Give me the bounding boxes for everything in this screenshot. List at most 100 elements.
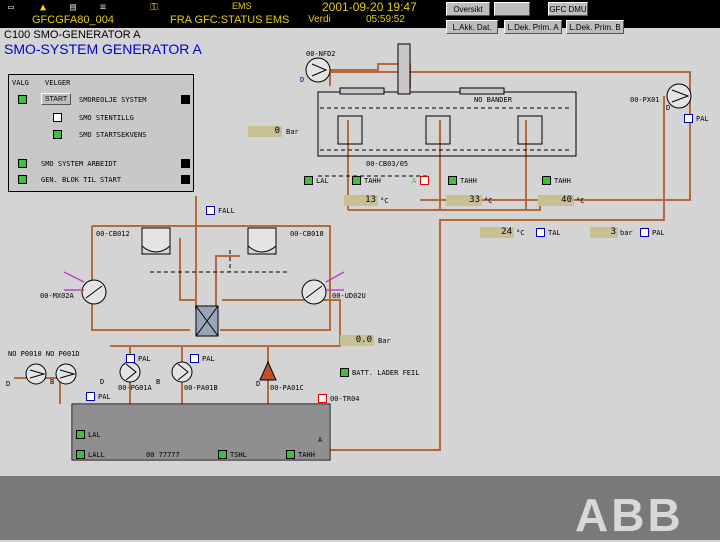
right-check-2[interactable] (181, 159, 190, 168)
label-tahh-3: TAHH (554, 177, 571, 185)
heat-exchanger (195, 305, 219, 337)
cooler-cb012-shape (141, 227, 171, 253)
stack-base-2 (459, 87, 505, 95)
chk-pal-p2 (190, 354, 199, 363)
unit-top: Bar (286, 128, 299, 136)
label-d-p1: D (100, 378, 105, 386)
pressure-mid-unit: Bar (378, 337, 391, 345)
opt-startsekvens: SMO STARTSEKVENS (79, 131, 147, 139)
header-box (317, 91, 577, 157)
opt-stenting-check[interactable] (53, 113, 62, 122)
opt-startsekvens-check[interactable] (53, 130, 62, 139)
label-tal: TAL (548, 229, 561, 237)
label-pump2: 00-PA01B (184, 384, 218, 392)
label-left-pumps: NO P0010 NO P001D (8, 350, 80, 358)
chk-lsl (304, 176, 313, 185)
label-batt: BATT. LADER FEIL (352, 369, 420, 377)
label-a-top: A (412, 177, 417, 185)
pipe-central (190, 196, 197, 310)
temp-4-unit: °C (516, 229, 525, 237)
control-panel: VALG VELGER START SMOREOLJE SYSTEM SMO S… (8, 74, 194, 192)
chk-lall-tank (76, 450, 85, 459)
label-cb012: 00-CB012 (96, 230, 130, 238)
label-d-p3: D (256, 380, 261, 388)
temp-3-unit: °C (576, 197, 585, 205)
temp-2-unit: °C (484, 197, 493, 205)
sys-arbeidt-check[interactable] (18, 159, 27, 168)
label-ud02: 00-UD02U (332, 292, 366, 300)
value-top: 0 (248, 126, 282, 137)
chk-tahh-tank (286, 450, 295, 459)
valg-check[interactable] (18, 95, 27, 104)
label-mx02: 00-MX02A (40, 292, 74, 300)
label-b-p2: B (156, 378, 161, 386)
pressure-mid: 0.0 (340, 335, 374, 346)
label-tshl-tank: TSHL (230, 451, 247, 459)
abb-logo: ABB (575, 489, 684, 541)
chk-fall (206, 206, 215, 215)
pressure-1: 3 (590, 227, 618, 238)
label-lal-top: LAL (316, 177, 329, 185)
pressure-1-unit: bar (620, 229, 633, 237)
label-pal-right: PAL (652, 229, 665, 237)
label-lall-tank: LALL (88, 451, 105, 459)
label-pump1: 00-PG01A (118, 384, 152, 392)
label-pal-tank: PAL (98, 393, 111, 401)
chk-pal-p1 (126, 354, 135, 363)
temp-1: 13 (344, 195, 378, 206)
chk-pal-top (684, 114, 693, 123)
chk-tal (536, 228, 545, 237)
cooler-cb018-shape (247, 227, 277, 253)
sys-blok-check[interactable] (18, 175, 27, 184)
right-check-1[interactable] (181, 95, 190, 104)
label-tr04: 00-TR04 (330, 395, 360, 403)
label-tank-code: 00 77777 (146, 451, 180, 459)
label-cb018: 00-CB018 (290, 230, 324, 238)
col-velger: VELGER (45, 79, 71, 87)
label-d-left: D (6, 380, 11, 388)
valve-box-3 (517, 115, 543, 145)
pump-pa01b (171, 361, 193, 383)
opt-smoreolje: SMOREOLJE SYSTEM (79, 96, 147, 104)
stack (397, 43, 411, 95)
pump-pg01a (119, 361, 141, 383)
valve-box-1 (337, 115, 363, 145)
piping-diagram (14, 43, 692, 461)
chk-tahh-1 (352, 176, 361, 185)
chk-a-red (420, 176, 429, 185)
label-pal-p2: PAL (202, 355, 215, 363)
label-nfd2: 00-NFD2 (306, 50, 336, 58)
dashed-mid (150, 250, 290, 273)
pipe-right-down (330, 96, 665, 451)
start-button[interactable]: START (41, 93, 71, 105)
label-pump3: 00-PA01C (270, 384, 304, 392)
chk-tahh-3 (542, 176, 551, 185)
stack-base-1 (339, 87, 385, 95)
chk-tahh-2 (448, 176, 457, 185)
chk-batt (340, 368, 349, 377)
label-cb03: 00-CB03/05 (366, 160, 409, 168)
label-pal-p1: PAL (138, 355, 151, 363)
label-tahh-2: TAHH (460, 177, 477, 185)
label-no-bander: NO BANDER (474, 96, 512, 104)
label-a-tank: A (318, 436, 323, 444)
chk-tr04 (318, 394, 327, 403)
chk-tshl-tank (218, 450, 227, 459)
label-b-left: B (50, 378, 55, 386)
label-d2: D (666, 104, 671, 112)
magenta-lines (63, 271, 345, 291)
label-lal-tank: LAL (88, 431, 101, 439)
label-fall: FALL (218, 207, 235, 215)
pump-pa01c (259, 360, 277, 381)
right-check-3[interactable] (181, 175, 190, 184)
valve-box-2 (425, 115, 451, 145)
temp-2: 33 (446, 195, 482, 206)
temp-4: 24 (480, 227, 514, 238)
label-pal-top: PAL (696, 115, 709, 123)
label-px01: 00-PX01 (630, 96, 660, 104)
chk-pal-tank (86, 392, 95, 401)
temp-1-unit: °C (380, 197, 389, 205)
sys-blok: GEN. BLOK TIL START (41, 176, 122, 184)
label-d1: D (300, 76, 305, 84)
label-tahh-1: TAHH (364, 177, 381, 185)
